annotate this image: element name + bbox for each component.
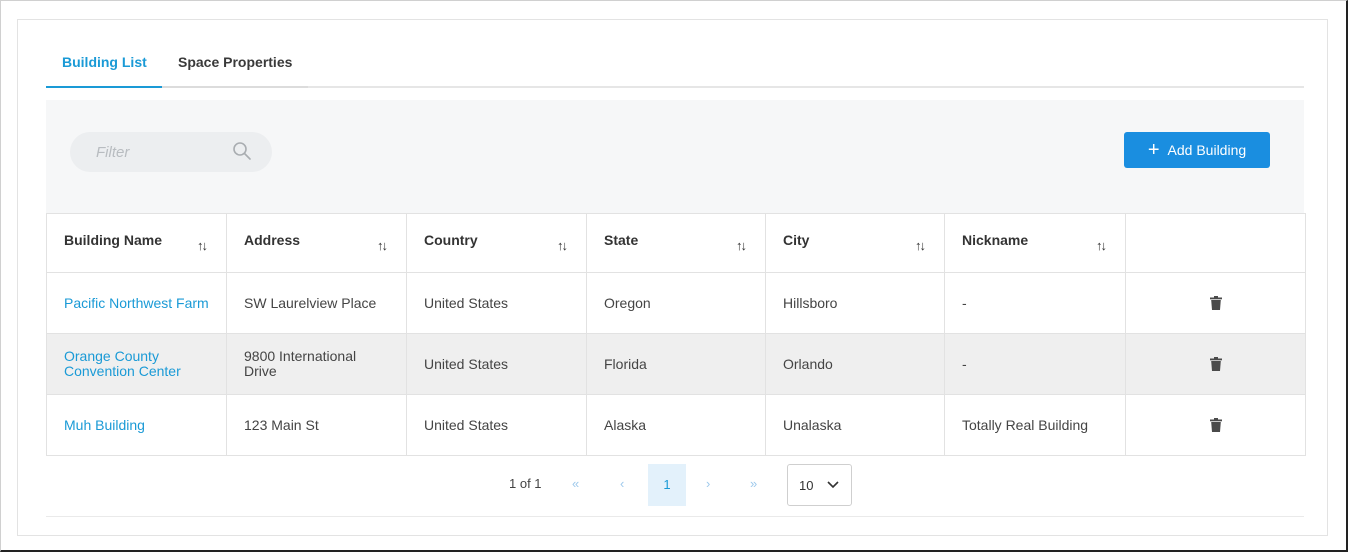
column-header-label: Building Name bbox=[64, 232, 163, 248]
column-header-address[interactable]: Address ↑↓ bbox=[226, 213, 407, 273]
nickname-cell: - bbox=[944, 272, 1126, 334]
trash-icon[interactable] bbox=[1209, 296, 1222, 310]
country-cell: United States bbox=[406, 333, 587, 395]
city-cell: Hillsboro bbox=[765, 272, 945, 334]
column-header-building-name[interactable]: Building Name ↑↓ bbox=[46, 213, 227, 273]
state-cell: Florida bbox=[586, 333, 766, 395]
column-header-actions bbox=[1125, 213, 1306, 273]
column-header-city[interactable]: City ↑↓ bbox=[765, 213, 945, 273]
first-page-button[interactable]: « bbox=[572, 476, 579, 491]
actions-cell bbox=[1125, 333, 1306, 395]
country-cell: United States bbox=[406, 272, 587, 334]
tab-building-list[interactable]: Building List bbox=[46, 44, 162, 88]
plus-icon: + bbox=[1147, 139, 1160, 161]
building-name-link[interactable]: Orange County Convention Center bbox=[64, 349, 209, 379]
last-page-button[interactable]: » bbox=[750, 476, 757, 491]
state-cell: Alaska bbox=[586, 394, 766, 456]
filter-input[interactable] bbox=[70, 132, 230, 172]
building-name-link[interactable]: Muh Building bbox=[64, 417, 209, 433]
current-page-button[interactable]: 1 bbox=[648, 464, 686, 506]
table-toolbar: + Add Building bbox=[46, 100, 1304, 213]
sort-icon[interactable]: ↑↓ bbox=[736, 238, 747, 253]
sort-icon[interactable]: ↑↓ bbox=[1096, 238, 1107, 253]
column-header-label: Address bbox=[244, 232, 301, 248]
column-header-label: Country bbox=[424, 232, 478, 248]
country-cell: United States bbox=[406, 394, 587, 456]
search-icon[interactable] bbox=[232, 141, 252, 161]
nickname-cell: - bbox=[944, 333, 1126, 395]
page-size-select[interactable]: 10 bbox=[787, 464, 852, 506]
sort-icon[interactable]: ↑↓ bbox=[197, 238, 208, 253]
column-header-state[interactable]: State ↑↓ bbox=[586, 213, 766, 273]
table-header-row: Building Name ↑↓ Address ↑↓ Country ↑↓ Stat… bbox=[46, 213, 1306, 273]
table-row: Muh Building 123 Main St United States A… bbox=[46, 394, 1306, 456]
filter-box bbox=[70, 132, 272, 172]
column-header-label: City bbox=[783, 232, 810, 248]
next-page-button[interactable]: › bbox=[706, 476, 710, 491]
add-building-button[interactable]: + Add Building bbox=[1124, 132, 1270, 168]
page-size-value: 10 bbox=[799, 478, 814, 493]
address-cell: 123 Main St bbox=[226, 394, 407, 456]
table-row: Orange County Convention Center 9800 Int… bbox=[46, 333, 1306, 395]
actions-cell bbox=[1125, 272, 1306, 334]
column-header-label: Nickname bbox=[962, 232, 1029, 248]
tab-space-properties[interactable]: Space Properties bbox=[162, 44, 308, 88]
city-cell: Orlando bbox=[765, 333, 945, 395]
state-cell: Oregon bbox=[586, 272, 766, 334]
sort-icon[interactable]: ↑↓ bbox=[915, 238, 926, 253]
chevron-down-icon bbox=[827, 481, 839, 489]
table-row: Pacific Northwest Farm SW Laurelview Pla… bbox=[46, 272, 1306, 334]
tab-bar: Building List Space Properties bbox=[46, 44, 1304, 88]
divider bbox=[46, 516, 1304, 517]
address-cell: 9800 International Drive bbox=[226, 333, 407, 395]
building-name-link[interactable]: Pacific Northwest Farm bbox=[64, 295, 209, 311]
city-cell: Unalaska bbox=[765, 394, 945, 456]
sort-icon[interactable]: ↑↓ bbox=[557, 238, 568, 253]
sort-icon[interactable]: ↑↓ bbox=[377, 238, 388, 253]
actions-cell bbox=[1125, 394, 1306, 456]
address-cell: SW Laurelview Place bbox=[226, 272, 407, 334]
trash-icon[interactable] bbox=[1209, 357, 1222, 371]
page-info: 1 of 1 bbox=[509, 476, 542, 491]
column-header-country[interactable]: Country ↑↓ bbox=[406, 213, 587, 273]
add-building-label: Add Building bbox=[1167, 142, 1247, 158]
buildings-table: Building Name ↑↓ Address ↑↓ Country ↑↓ Stat… bbox=[46, 213, 1306, 456]
pagination: 1 of 1 « ‹ 1 › » 10 bbox=[0, 464, 1348, 506]
trash-icon[interactable] bbox=[1209, 418, 1222, 432]
nickname-cell: Totally Real Building bbox=[944, 394, 1126, 456]
column-header-nickname[interactable]: Nickname ↑↓ bbox=[944, 213, 1126, 273]
prev-page-button[interactable]: ‹ bbox=[620, 476, 624, 491]
column-header-label: State bbox=[604, 232, 639, 248]
